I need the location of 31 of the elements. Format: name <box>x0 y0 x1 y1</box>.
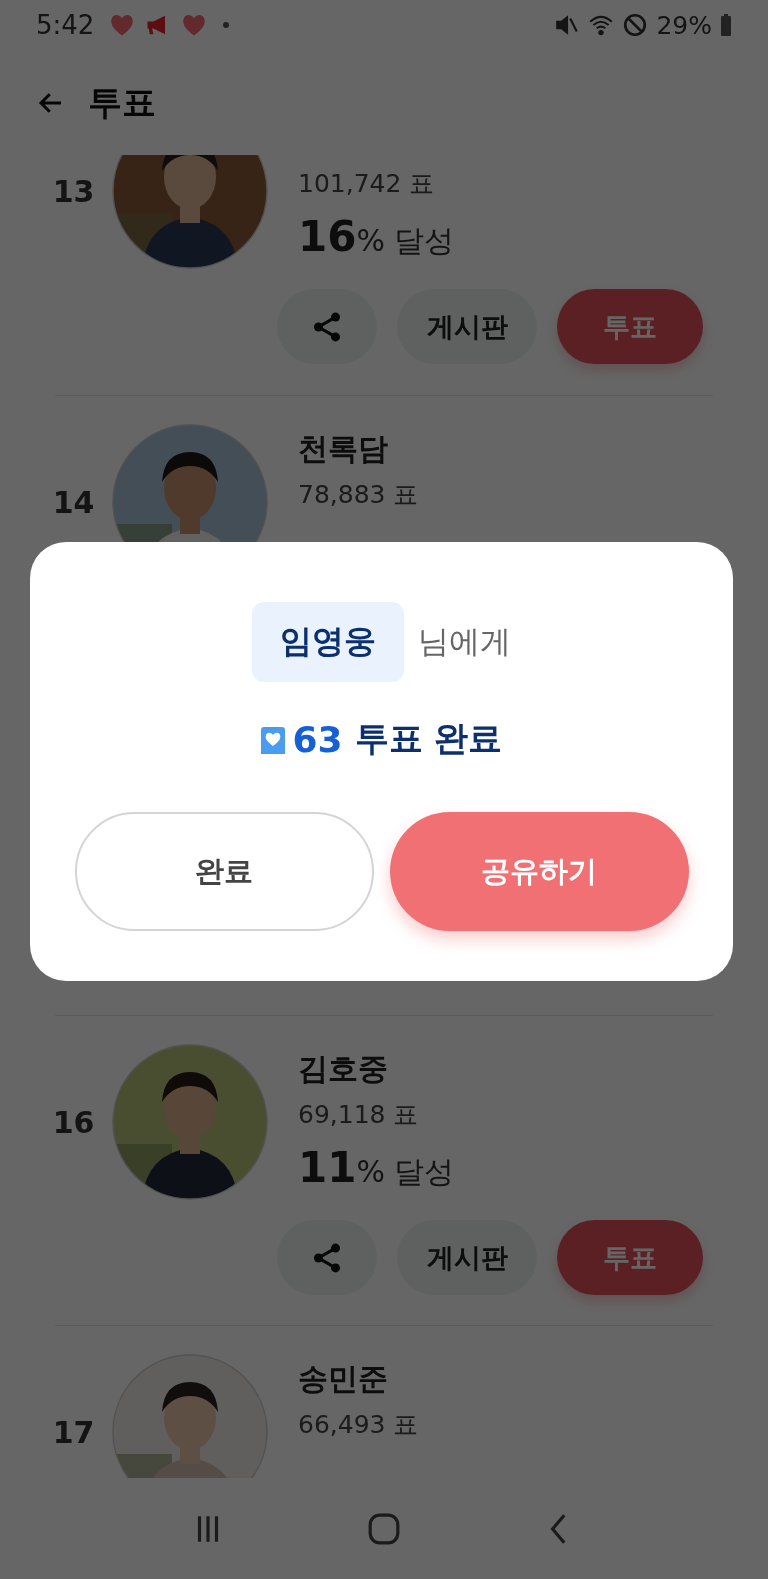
candidate-name: 천록담 <box>298 429 388 468</box>
battery-percent: 29% <box>656 10 712 40</box>
more-notifications-icon <box>222 21 231 29</box>
candidate-name: 송민준 <box>298 1359 388 1398</box>
page-title: 투표 <box>88 80 156 124</box>
board-button[interactable]: 게시판 <box>397 289 537 364</box>
board-button[interactable]: 게시판 <box>397 1220 537 1295</box>
rank-number: 17 <box>51 1414 96 1450</box>
rank-number: 16 <box>51 1104 96 1140</box>
vote-button[interactable]: 투표 <box>557 1220 703 1295</box>
achievement-rate: 11% 달성 <box>298 1143 455 1193</box>
heart-icon <box>260 724 285 754</box>
vote-button[interactable]: 투표 <box>557 289 703 364</box>
rank-number: 14 <box>51 484 96 520</box>
recipient-suffix: 님에게 <box>418 622 511 661</box>
vote-count: 78,883 표 <box>298 478 419 511</box>
battery-icon <box>720 13 732 37</box>
done-button[interactable]: 완료 <box>74 812 374 931</box>
candidate-name: 김호중 <box>298 1049 388 1088</box>
do-not-disturb-icon <box>622 12 649 38</box>
vote-amount: 63 <box>292 718 343 760</box>
achievement-rate: 16% 달성 <box>298 212 455 262</box>
home-icon[interactable] <box>367 1511 401 1546</box>
vote-count: 69,118 표 <box>298 1098 419 1131</box>
vote-count: 101,742 표 <box>298 167 435 200</box>
share-button[interactable]: 공유하기 <box>389 812 689 931</box>
vote-complete-text: 투표 완료 <box>354 717 503 760</box>
recipient-name: 임영웅 <box>252 602 404 682</box>
status-time: 5:42 <box>36 10 95 40</box>
rank-number: 13 <box>51 173 96 209</box>
vote-count: 66,493 표 <box>298 1408 419 1441</box>
